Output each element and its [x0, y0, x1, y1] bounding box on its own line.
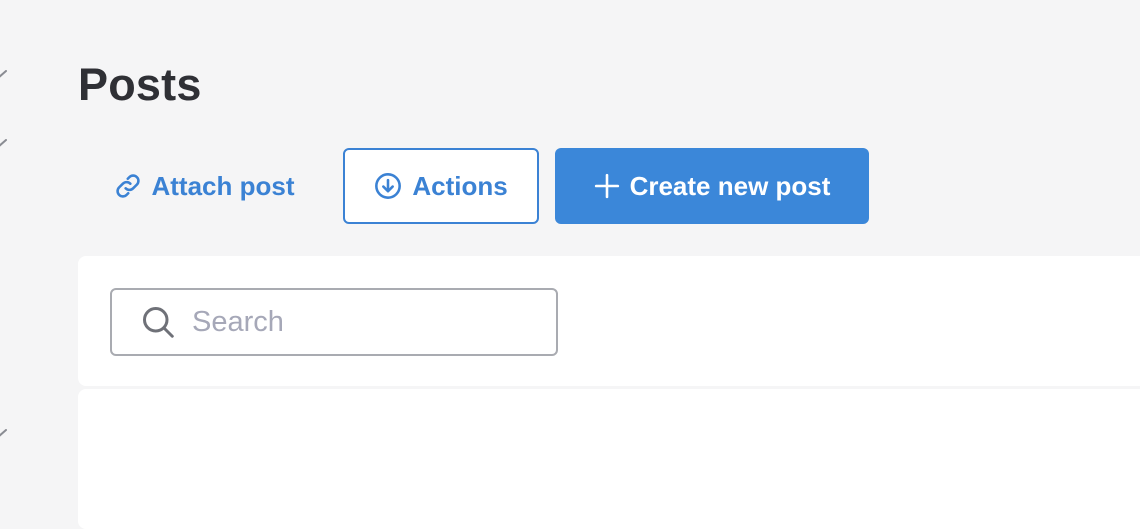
attach-post-label: Attach post [151, 170, 295, 201]
actions-label: Actions [412, 170, 508, 201]
create-new-post-button[interactable]: Create new post [555, 148, 869, 224]
actions-button[interactable]: Actions [343, 148, 539, 224]
link-icon [114, 172, 142, 200]
attach-post-button[interactable]: Attach post [90, 148, 318, 224]
plus-icon [594, 173, 620, 199]
sidebar-check-icon [0, 70, 7, 78]
create-new-post-label: Create new post [629, 170, 831, 201]
sidebar-check-icon [0, 139, 7, 147]
search-box[interactable] [110, 288, 558, 356]
search-input[interactable] [192, 305, 522, 339]
sidebar-check-icon [0, 429, 7, 437]
search-icon [140, 304, 176, 340]
page-title: Posts [78, 59, 202, 110]
download-circle-icon [374, 172, 402, 200]
posts-list-panel [78, 389, 1140, 529]
